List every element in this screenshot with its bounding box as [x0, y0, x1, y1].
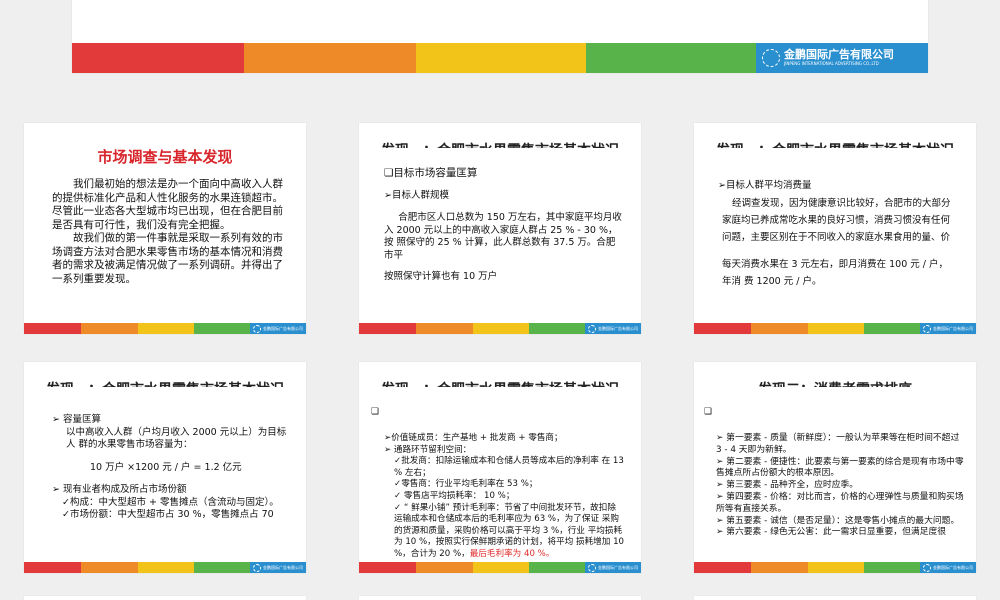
- paragraph: 故我们做的第一件事就是采取一系列有效的市场调查方法对合肥水果零售市场的基本情况和…: [52, 232, 283, 285]
- flower-logo-icon: [588, 563, 596, 572]
- paragraph: 按照保守计算也有 10 万户: [384, 271, 498, 280]
- color-bar: 金鹏国际广告有限公司: [24, 323, 306, 334]
- flower-logo-icon: [253, 324, 261, 333]
- bullet: ➢ 通路环节留利空间：: [384, 444, 472, 455]
- color-bar: 金鹏国际广告有限公司: [694, 562, 976, 573]
- slide-thumbnail-7[interactable]: [24, 596, 306, 600]
- color-bar: 金鹏国际广告有限公司: [359, 562, 641, 573]
- bullet: ✓市场份额：中大型超市占 30 %，零售摊点占 70: [62, 509, 274, 518]
- bullet: ➢ 第六要素 - 绿色无公害：此一需求日显重要，但满足度很: [716, 527, 947, 538]
- company-name: 金鹏国际广告有限公司: [598, 564, 638, 570]
- bullet: ✓ 零售店平均损耗率： 10 %；: [394, 490, 515, 501]
- slide-thumbnail-6[interactable]: 发现二：消费者需求排序 ❏ ➢ 第一要素 - 质量（新鲜度）：一般认为苹果等在柜…: [694, 362, 976, 573]
- bullet: ➢ 容量匡算: [52, 414, 101, 425]
- bullet: ➢目标人群规模: [384, 189, 449, 201]
- slide-body: ❏目标市场容量匡算 ➢目标人群规模 合肥市区人口总数为 150 万左右，其中家庭…: [384, 167, 623, 280]
- color-bar: 金鹏国际广告有限公司: [359, 323, 641, 334]
- bullet: ➢ 第三要素 - 品种齐全，应时应季。: [716, 480, 859, 491]
- company-name-en: JINPENG INTERNATIONAL ADVERTISING CO.,LT…: [784, 61, 879, 66]
- formula: 10 万户 ×1200 元 / 户 = 1.2 亿元: [90, 461, 242, 473]
- slide-marker: ❏: [704, 407, 713, 417]
- section-heading: ❏目标市场容量匡算: [384, 167, 478, 179]
- slide-heading: 发现一：合肥市水果零售市场基本状况: [694, 138, 976, 148]
- slide-thumbnail-1[interactable]: 市场调查与基本发现 我们最初始的想法是办一个面向中高收入人群的提供标准化产品和人…: [24, 123, 306, 334]
- paragraph: 以中高收入人群（户均月收入 2000 元以上）为目标人 群的水果零售市场容量为：: [66, 426, 287, 451]
- bullet: ➢ 第二要素 - 便捷性：此要素与第一要素的综合是现有市场中零售摊点所占份额大的…: [716, 456, 964, 479]
- slide-body: ➢ 第一要素 - 质量（新鲜度）：一般认为苹果等在柜时间不超过 3 - 4 天即…: [716, 433, 966, 539]
- text-line: 家庭均已养成常吃水果的良好习惯，消费习惯没有任何: [722, 215, 951, 226]
- slide-body: ➢目标人群平均消费量 经调查发现，因为健康意识比较好，合肥市的大部分 家庭均已养…: [718, 179, 958, 288]
- flower-logo-icon: [762, 49, 780, 67]
- text-line: 问题，主要区别在于不同收入的家庭水果食用的量、价: [722, 232, 951, 243]
- bullet: ➢价值链成员：生产基地 + 批发商 + 零售商；: [384, 433, 563, 443]
- paragraph: 合肥市区人口总数为 150 万左右，其中家庭平均月收 入 2000 元以上的中高…: [384, 212, 622, 261]
- company-name: 金鹏国际广告有限公司: [598, 325, 638, 331]
- bullet: ➢ 现有业者构成及所占市场份额: [52, 484, 187, 495]
- slide-body: 我们最初始的想法是办一个面向中高收入人群的提供标准化产品和人性化服务的水果连锁超…: [52, 178, 286, 286]
- bullet: ✓构成：中大型超市 + 零售摊点（含流动与固定）。: [62, 496, 279, 508]
- slide-top[interactable]: 金鹏国际广告有限公司 JINPENG INTERNATIONAL ADVERTI…: [72, 0, 928, 73]
- bullet: ✓批发商：扣除运输成本和仓储人员等成本后的净利率 在 13 % 左右；: [394, 456, 624, 478]
- text-line: 经调查发现，因为健康意识比较好，合肥市的大部分: [732, 198, 951, 209]
- slide-marker: ❏: [371, 407, 380, 417]
- bullet: ➢ 第五要素 - 诚信（是否足量）：这是零售小摊点的最大问题。: [716, 515, 960, 526]
- company-name: 金鹏国际广告有限公司: [263, 564, 303, 570]
- company-logo: 金鹏国际广告有限公司 JINPENG INTERNATIONAL ADVERTI…: [762, 49, 894, 67]
- color-bar: 金鹏国际广告有限公司: [694, 323, 976, 334]
- company-name: 金鹏国际广告有限公司: [933, 325, 973, 331]
- slide-thumbnail-9[interactable]: [694, 596, 976, 600]
- bullet: ➢ 第一要素 - 质量（新鲜度）：一般认为苹果等在柜时间不超过 3 - 4 天即…: [716, 433, 960, 455]
- slide-heading: 发现二：消费者需求排序: [694, 377, 976, 387]
- color-bar: 金鹏国际广告有限公司 JINPENG INTERNATIONAL ADVERTI…: [72, 43, 928, 73]
- bullet: ➢目标人群平均消费量: [718, 180, 812, 191]
- flower-logo-icon: [923, 324, 931, 333]
- color-bar: 金鹏国际广告有限公司: [24, 562, 306, 573]
- slide-thumbnail-8[interactable]: [359, 596, 641, 600]
- text-line: 年消 费 1200 元 / 户。: [722, 276, 822, 287]
- flower-logo-icon: [588, 324, 596, 333]
- paragraph: 我们最初始的想法是办一个面向中高收入人群的提供标准化产品和人性化服务的水果连锁超…: [52, 178, 283, 231]
- slide-thumbnail-5[interactable]: 发现一：合肥市水果零售市场基本状况 ❏ ➢价值链成员：生产基地 + 批发商 + …: [359, 362, 641, 573]
- company-name: 金鹏国际广告有限公司: [263, 325, 303, 331]
- text-line: 每天消费水果在 3 元左右，即月消费在 100 元 / 户，: [722, 259, 948, 270]
- bullet: ✓零售商：行业平均毛利率在 53 %；: [394, 479, 538, 490]
- slide-title: 市场调查与基本发现: [97, 148, 233, 166]
- company-name: 金鹏国际广告有限公司: [933, 564, 973, 570]
- company-name: 金鹏国际广告有限公司: [784, 48, 894, 61]
- slide-body: ➢价值链成员：生产基地 + 批发商 + 零售商； ➢ 通路环节留利空间： ✓批发…: [384, 433, 627, 561]
- highlight-text: 最后毛利率为 40 %。: [469, 548, 555, 559]
- slide-heading: 发现一：合肥市水果零售市场基本状况: [24, 377, 306, 387]
- bullet: ✓ “ 鲜果小铺” 预计毛利率：节省了中间批发环节，故扣除 运输成本和仓储成本后…: [384, 503, 627, 561]
- slide-thumbnail-2[interactable]: 发现一：合肥市水果零售市场基本状况 ❏目标市场容量匡算 ➢目标人群规模 合肥市区…: [359, 123, 641, 334]
- slide-heading: 发现一：合肥市水果零售市场基本状况: [359, 138, 641, 148]
- bullet: ➢ 第四要素 - 价格：对比而言，价格的心理弹性与质量和购买场所等有直接关系。: [716, 491, 964, 514]
- slide-thumbnail-3[interactable]: 发现一：合肥市水果零售市场基本状况 ➢目标人群平均消费量 经调查发现，因为健康意…: [694, 123, 976, 334]
- slide-thumbnail-4[interactable]: 发现一：合肥市水果零售市场基本状况 ➢ 容量匡算 以中高收入人群（户均月收入 2…: [24, 362, 306, 573]
- slide-heading: 发现一：合肥市水果零售市场基本状况: [359, 377, 641, 387]
- flower-logo-icon: [923, 563, 931, 572]
- slide-body: ➢ 容量匡算 以中高收入人群（户均月收入 2000 元以上）为目标人 群的水果零…: [52, 414, 292, 518]
- flower-logo-icon: [253, 563, 261, 572]
